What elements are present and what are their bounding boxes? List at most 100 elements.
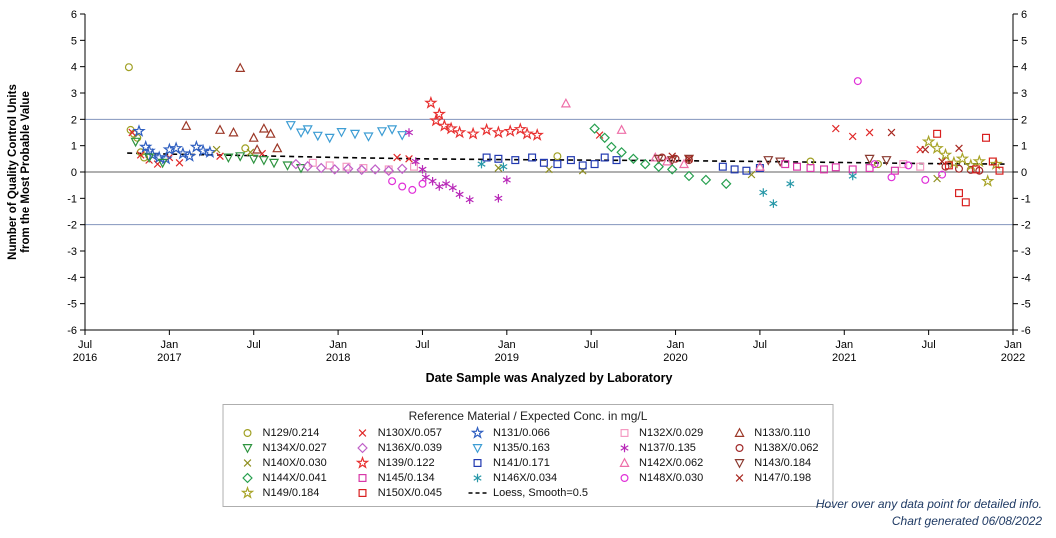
chart-canvas[interactable]: -6 -6 -5 -5 -4 -4 -3 -3 -2 -2 -1 -1 0 0 1 1 2 2 3 3 4 4 5 5 6 6 Ju… <box>0 0 1056 392</box>
data-point[interactable] <box>887 173 896 182</box>
data-point[interactable] <box>831 163 840 172</box>
data-point[interactable] <box>553 152 562 161</box>
qc-scatter-chart[interactable]: -6 -6 -5 -5 -4 -4 -3 -3 -2 -2 -1 -1 0 0 1 1 2 2 3 3 4 4 5 5 6 6 Ju… <box>0 0 1056 392</box>
data-point[interactable] <box>324 133 335 144</box>
data-point[interactable] <box>491 125 506 139</box>
data-point[interactable] <box>212 145 221 154</box>
data-point[interactable] <box>921 134 936 148</box>
data-point[interactable] <box>479 122 494 136</box>
data-point[interactable] <box>769 199 778 208</box>
data-point[interactable] <box>124 63 133 72</box>
data-point[interactable] <box>595 131 604 139</box>
data-point[interactable] <box>349 129 361 140</box>
data-point[interactable] <box>258 123 269 133</box>
data-point[interactable] <box>336 128 347 138</box>
data-point[interactable] <box>961 198 970 207</box>
data-point[interactable] <box>376 127 388 137</box>
legend-item: N145/0.134 <box>353 471 442 485</box>
data-point[interactable] <box>865 128 874 137</box>
data-point[interactable] <box>904 161 913 170</box>
data-point[interactable] <box>759 188 768 197</box>
data-point[interactable] <box>315 162 327 174</box>
data-point[interactable] <box>132 124 146 137</box>
data-point[interactable] <box>452 125 467 139</box>
data-point[interactable] <box>786 179 795 189</box>
data-point[interactable] <box>628 153 639 165</box>
data-point[interactable] <box>248 132 259 142</box>
data-point[interactable] <box>130 137 141 148</box>
data-point[interactable] <box>954 189 964 198</box>
data-point[interactable] <box>214 124 226 134</box>
data-point[interactable] <box>792 162 802 171</box>
data-point[interactable] <box>228 126 239 137</box>
data-point[interactable] <box>700 174 712 186</box>
data-point[interactable] <box>356 164 367 176</box>
data-point[interactable] <box>363 132 374 142</box>
data-point[interactable] <box>606 141 617 153</box>
data-point[interactable] <box>742 166 751 175</box>
data-point[interactable] <box>442 179 451 189</box>
data-point[interactable] <box>530 128 544 141</box>
data-point[interactable] <box>248 154 259 165</box>
data-point[interactable] <box>616 147 627 158</box>
data-point[interactable] <box>503 124 517 137</box>
data-point[interactable] <box>408 185 417 194</box>
data-point[interactable] <box>268 158 280 169</box>
data-point[interactable] <box>398 182 407 191</box>
data-point[interactable] <box>938 147 953 161</box>
data-point[interactable] <box>258 156 269 166</box>
data-point[interactable] <box>409 162 419 171</box>
data-point[interactable] <box>763 156 774 166</box>
data-point[interactable] <box>831 124 840 133</box>
data-point[interactable] <box>295 128 307 139</box>
data-point[interactable] <box>718 162 727 171</box>
data-point[interactable] <box>887 128 896 137</box>
data-point[interactable] <box>388 177 397 186</box>
data-point[interactable] <box>590 160 599 169</box>
data-point[interactable] <box>890 166 899 175</box>
data-point[interactable] <box>181 120 192 130</box>
data-point[interactable] <box>418 179 427 188</box>
data-point[interactable] <box>312 131 323 142</box>
data-point[interactable] <box>393 153 401 162</box>
data-point[interactable] <box>955 144 963 153</box>
data-point[interactable] <box>494 194 503 203</box>
data-point[interactable] <box>285 121 296 131</box>
data-point[interactable] <box>465 195 474 204</box>
data-point[interactable] <box>981 133 991 142</box>
data-point[interactable] <box>235 62 246 72</box>
data-point[interactable] <box>502 175 511 185</box>
data-point[interactable] <box>455 190 464 199</box>
data-point[interactable] <box>448 183 457 193</box>
data-point[interactable] <box>806 163 815 173</box>
data-point[interactable] <box>930 141 944 155</box>
data-point[interactable] <box>397 131 408 141</box>
data-point[interactable] <box>252 144 263 154</box>
data-point[interactable] <box>520 126 534 140</box>
data-point[interactable] <box>720 178 732 190</box>
data-point[interactable] <box>848 132 857 141</box>
data-point[interactable] <box>683 170 695 182</box>
data-point[interactable] <box>282 161 293 171</box>
data-point[interactable] <box>235 152 246 162</box>
data-point[interactable] <box>553 160 562 169</box>
data-point[interactable] <box>589 123 600 134</box>
data-point[interactable] <box>387 125 398 135</box>
data-point[interactable] <box>175 158 184 167</box>
data-point[interactable] <box>169 141 183 155</box>
data-point[interactable] <box>272 142 283 153</box>
data-point[interactable] <box>424 95 438 109</box>
data-point[interactable] <box>616 124 627 134</box>
data-point[interactable] <box>560 97 571 108</box>
data-point[interactable] <box>241 144 250 153</box>
data-point[interactable] <box>916 162 925 171</box>
data-point[interactable] <box>216 152 224 161</box>
data-point[interactable] <box>921 175 930 184</box>
data-point[interactable] <box>980 174 995 187</box>
data-point[interactable] <box>853 77 862 86</box>
data-point[interactable] <box>466 126 480 140</box>
data-point[interactable] <box>921 145 930 154</box>
data-point[interactable] <box>435 182 444 191</box>
data-point[interactable] <box>428 176 437 186</box>
data-point[interactable] <box>933 129 942 138</box>
